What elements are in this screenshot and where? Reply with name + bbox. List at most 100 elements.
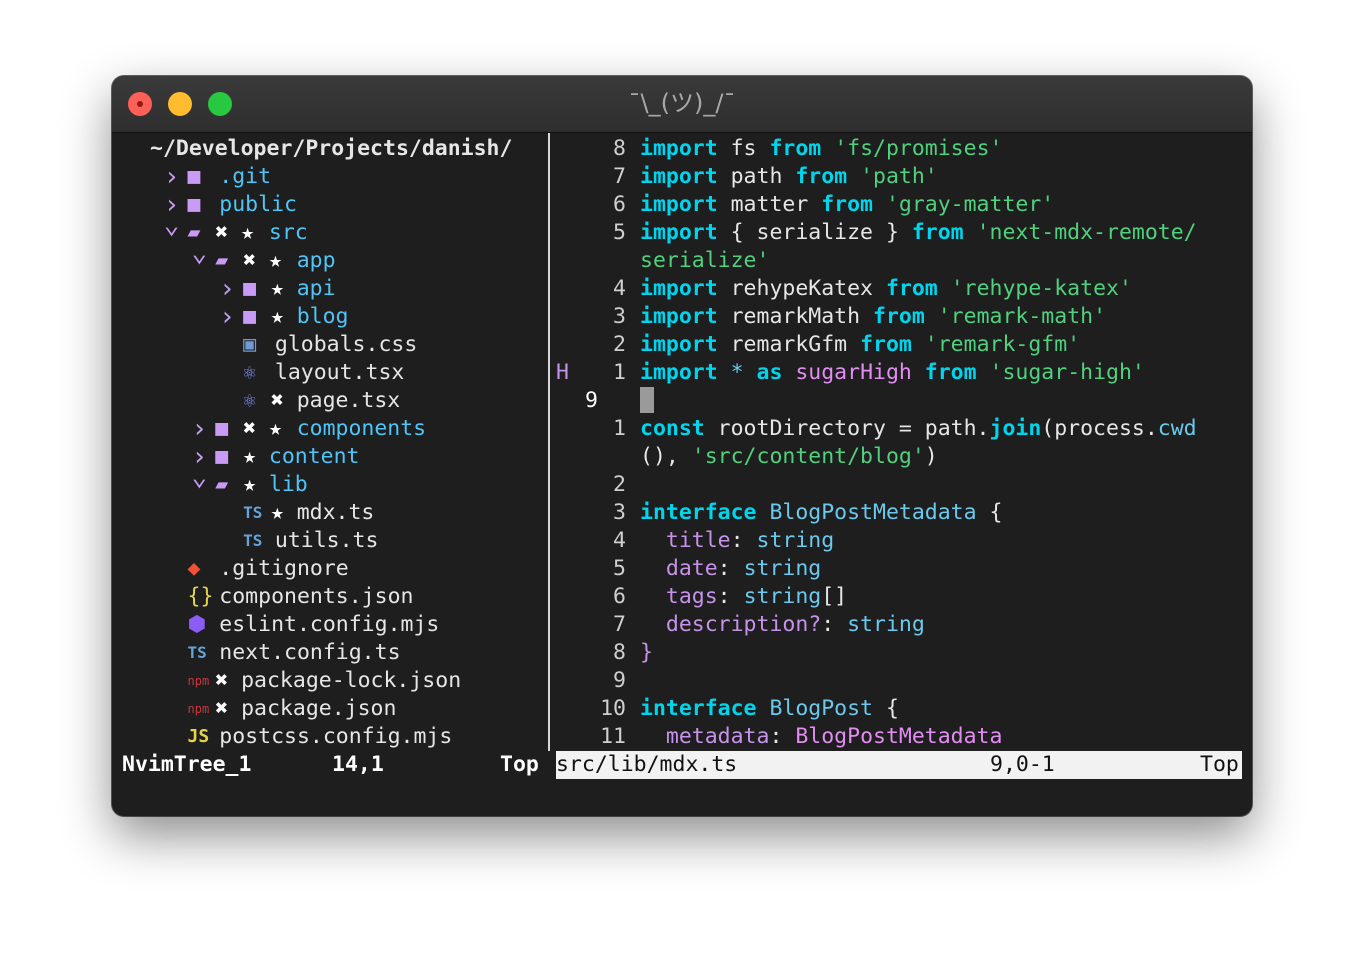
- code-token: remarkGfm: [730, 332, 861, 357]
- chevron-right-icon[interactable]: ›: [219, 303, 235, 331]
- code-text: date: string: [640, 555, 821, 583]
- tree-file-row[interactable]: ⬢ eslint.config.mjs: [112, 611, 548, 639]
- code-line[interactable]: (), 'src/content/blog'): [552, 443, 1252, 471]
- code-token: :: [730, 528, 757, 553]
- code-line[interactable]: 3 interface BlogPostMetadata {: [552, 499, 1252, 527]
- tree-file-row[interactable]: TS utils.ts: [112, 527, 548, 555]
- code-line[interactable]: serialize': [552, 247, 1252, 275]
- tree-item-label: utils.ts: [274, 528, 379, 553]
- code-text: import remarkMath from 'remark-math': [640, 303, 1106, 331]
- code-line[interactable]: 9: [552, 387, 1252, 415]
- pane-divider[interactable]: [548, 133, 550, 751]
- chevron-down-icon[interactable]: ⌄: [164, 211, 180, 239]
- tree-folder-row[interactable]: ⌄ ▰ ✖ ★ src: [112, 211, 548, 247]
- line-number: 8: [613, 640, 626, 665]
- code-line[interactable]: 1 const rootDirectory = path.join(process…: [552, 415, 1252, 443]
- chevron-right-icon[interactable]: ›: [164, 163, 180, 191]
- tree-item-label: .gitignore: [219, 556, 349, 581]
- tree-file-row[interactable]: ◆ .gitignore: [112, 555, 548, 583]
- code-line[interactable]: 8 import fs from 'fs/promises': [552, 135, 1252, 163]
- code-token: :: [717, 584, 744, 609]
- chevron-right-icon[interactable]: ›: [192, 415, 208, 443]
- code-line[interactable]: 4 title: string: [552, 527, 1252, 555]
- code-token: metadata: [640, 724, 770, 749]
- line-number: 5: [613, 220, 626, 245]
- line-number: 9: [613, 668, 626, 693]
- code-text: [640, 387, 654, 415]
- tree-scroll-indicator: Top: [500, 752, 539, 777]
- line-number: 5: [613, 556, 626, 581]
- code-line[interactable]: 8}: [552, 639, 1252, 667]
- code-line[interactable]: 5 date: string: [552, 555, 1252, 583]
- code-line[interactable]: 2 import remarkGfm from 'remark-gfm': [552, 331, 1252, 359]
- tree-folder-row[interactable]: › ■ ★ content: [112, 443, 548, 471]
- code-line[interactable]: 7 import path from 'path': [552, 163, 1252, 191]
- tree-file-row[interactable]: ▣ globals.css: [112, 331, 548, 359]
- code-text: serialize': [640, 247, 769, 275]
- tree-file-row[interactable]: ⚛ layout.tsx: [112, 359, 548, 387]
- code-line[interactable]: 3 import remarkMath from 'remark-math': [552, 303, 1252, 331]
- tree-item-label: page.tsx: [296, 388, 401, 413]
- tree-file-row[interactable]: TS next.config.ts: [112, 639, 548, 667]
- code-token: 'src/content/blog': [691, 444, 925, 469]
- tree-file-row[interactable]: JS postcss.config.mjs: [112, 723, 548, 751]
- line-number: 6: [613, 584, 626, 609]
- code-text: description?: string: [640, 611, 925, 639]
- code-line[interactable]: 9: [552, 667, 1252, 695]
- code-token: :: [821, 612, 848, 637]
- code-token: 'next-mdx-remote/: [976, 220, 1197, 245]
- git-status-marks: ✖ ★: [215, 220, 255, 245]
- tree-item-label: mdx.ts: [296, 500, 375, 525]
- code-token: from: [924, 360, 990, 385]
- code-line[interactable]: 2: [552, 471, 1252, 499]
- tree-folder-row[interactable]: › ■ ✖ ★ components: [112, 415, 548, 443]
- javascript-icon: JS: [187, 726, 210, 747]
- code-line[interactable]: 10 interface BlogPost {: [552, 695, 1252, 723]
- code-token: rootDirectory = path.: [717, 416, 990, 441]
- code-text: (), 'src/content/blog'): [640, 443, 938, 471]
- chevron-down-icon[interactable]: ⌄: [192, 463, 208, 491]
- eslint-icon: ⬢: [187, 612, 207, 637]
- tree-file-row[interactable]: ⚛ ✖ page.tsx: [112, 387, 548, 415]
- code-token: import: [640, 164, 731, 189]
- code-line[interactable]: H 1 import * as sugarHigh from 'sugar-high…: [552, 359, 1252, 387]
- tree-item-label: globals.css: [274, 332, 418, 357]
- tree-folder-row[interactable]: ⌄ ▰ ✖ ★ app: [112, 239, 548, 275]
- editor-status-line: src/lib/mdx.ts 9,0-1 Top: [556, 751, 1242, 779]
- code-text: import * as sugarHigh from 'sugar-high': [640, 359, 1145, 387]
- css-icon: ▣: [243, 332, 257, 357]
- tree-file-row[interactable]: npm ✖ package.json: [112, 695, 548, 723]
- code-token: cwd: [1157, 416, 1197, 441]
- tree-folder-row[interactable]: ⌄ ▰ ★ lib: [112, 463, 548, 499]
- chevron-right-icon[interactable]: ›: [219, 275, 235, 303]
- tree-file-row[interactable]: {} components.json: [112, 583, 548, 611]
- folder-icon: ■: [187, 164, 201, 189]
- tree-file-row[interactable]: npm ✖ package-lock.json: [112, 667, 548, 695]
- code-token: :: [769, 724, 796, 749]
- code-text: title: string: [640, 527, 834, 555]
- chevron-down-icon[interactable]: ⌄: [192, 239, 208, 267]
- code-line[interactable]: 4 import rehypeKatex from 'rehype-katex': [552, 275, 1252, 303]
- tree-folder-row[interactable]: › ■ .git: [112, 163, 548, 191]
- code-token: from: [860, 332, 925, 357]
- terminal-content[interactable]: ~/Developer/Projects/danish/ › ■ .git › ■ pub…: [112, 133, 1252, 816]
- git-status-marks: ✖: [215, 668, 229, 693]
- editor-pane[interactable]: 8 import fs from 'fs/promises' 7 import pat…: [552, 133, 1252, 749]
- code-token: string: [756, 528, 835, 553]
- code-line[interactable]: 7 description?: string: [552, 611, 1252, 639]
- git-status-marks: ✖: [215, 696, 229, 721]
- code-line[interactable]: 11 metadata: BlogPostMetadata: [552, 723, 1252, 751]
- code-token: BlogPostMetadata: [795, 724, 1003, 749]
- nvim-tree-pane[interactable]: ~/Developer/Projects/danish/ › ■ .git › ■ pub…: [112, 133, 548, 749]
- tree-folder-row[interactable]: › ■ ★ api: [112, 275, 548, 303]
- code-token: matter: [730, 192, 822, 217]
- react-icon: ⚛: [243, 388, 257, 413]
- code-line[interactable]: 6 import matter from 'gray-matter': [552, 191, 1252, 219]
- tree-file-row[interactable]: TS ★ mdx.ts: [112, 499, 548, 527]
- code-line[interactable]: 6 tags: string[]: [552, 583, 1252, 611]
- code-token: import: [640, 192, 731, 217]
- code-line[interactable]: 5 import { serialize } from 'next-mdx-rem…: [552, 219, 1252, 247]
- npm-icon: npm: [187, 702, 210, 716]
- tree-folder-row[interactable]: › ■ ★ blog: [112, 303, 548, 331]
- code-text: import path from 'path': [640, 163, 938, 191]
